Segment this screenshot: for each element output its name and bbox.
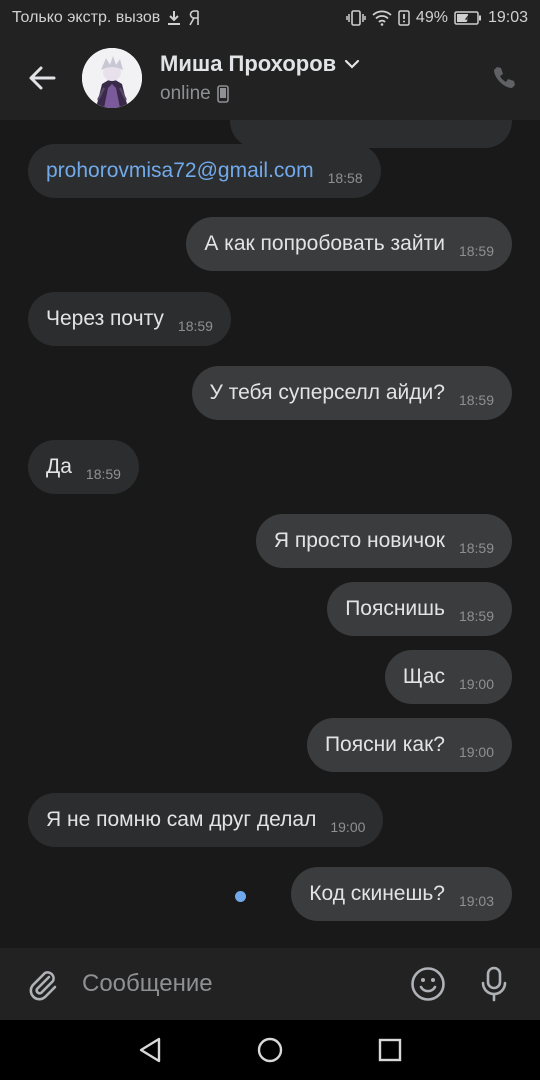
message-text: Код скинешь? <box>309 882 445 905</box>
message-text: У тебя суперселл айди? <box>209 381 445 404</box>
paperclip-icon <box>29 971 57 1001</box>
message-text: Через почту <box>46 307 164 330</box>
message-text: Да <box>46 455 72 478</box>
back-arrow-icon <box>29 66 56 90</box>
message-bubble[interactable]: prohorovmisa72@gmail.com 18:58 <box>28 144 381 198</box>
message-time: 19:03 <box>458 893 494 909</box>
message-time: 19:00 <box>458 676 494 692</box>
status-bar-right: 49% 19:03 <box>346 9 528 27</box>
nav-home-button[interactable] <box>210 1020 330 1080</box>
message-bubble[interactable]: Код скинешь? 19:03 <box>291 867 512 921</box>
mobile-phone-icon <box>216 85 229 103</box>
chevron-down-icon <box>345 59 360 69</box>
carrier-text: Только экстр. вызов <box>12 9 161 26</box>
clock: 19:03 <box>487 9 528 26</box>
emoji-icon <box>411 967 445 1001</box>
nav-back-button[interactable] <box>90 1020 210 1080</box>
message-time: 18:59 <box>85 466 121 482</box>
message-time: 19:00 <box>330 819 366 835</box>
peer-name-row: Миша Прохоров <box>160 51 360 77</box>
peer-status: online <box>160 83 211 104</box>
message-input[interactable] <box>82 961 382 1007</box>
message-list[interactable]: prohorovmisa72@gmail.com 18:58 А как поп… <box>0 120 540 948</box>
attach-button[interactable] <box>22 964 62 1004</box>
message-bubble[interactable]: Щас 19:00 <box>384 650 512 704</box>
message-text: Я просто новичок <box>273 529 445 552</box>
message-composer <box>0 948 540 1020</box>
home-circle-icon <box>257 1037 283 1063</box>
alert-icon <box>398 10 410 26</box>
call-button[interactable] <box>488 62 520 94</box>
vibrate-icon <box>346 10 366 26</box>
battery-percent: 49% <box>415 9 448 26</box>
status-bar: Только экстр. вызов 49% 19:03 <box>0 0 540 36</box>
message-bubble[interactable]: У тебя суперселл айди? 18:59 <box>191 366 512 420</box>
message-text: Поясни как? <box>324 733 445 756</box>
message-time: 18:59 <box>177 318 213 334</box>
download-icon <box>166 10 182 26</box>
back-triangle-icon <box>139 1037 161 1063</box>
peer-info[interactable]: Миша Прохоров online <box>160 51 360 105</box>
unread-indicator <box>235 891 246 902</box>
voice-message-button[interactable] <box>474 964 514 1004</box>
message-bubble[interactable]: Через почту 18:59 <box>28 292 231 346</box>
message-bubble[interactable]: Да 18:59 <box>28 440 139 494</box>
back-button[interactable] <box>22 58 62 98</box>
message-time: 18:58 <box>327 170 363 186</box>
peer-status-row: online <box>160 83 360 105</box>
message-bubble[interactable]: Я просто новичок 18:59 <box>255 514 512 568</box>
yandex-icon <box>188 10 200 26</box>
message-time: 18:59 <box>458 540 494 556</box>
message-text: Я не помню сам друг делал <box>46 808 317 831</box>
status-bar-left: Только экстр. вызов <box>12 9 200 27</box>
microphone-icon <box>481 966 507 1002</box>
emoji-button[interactable] <box>408 964 448 1004</box>
message-time: 18:59 <box>458 243 494 259</box>
message-bubble[interactable]: Поясни как? 19:00 <box>306 718 512 772</box>
wifi-icon <box>372 10 392 26</box>
nav-recents-button[interactable] <box>330 1020 450 1080</box>
message-bubble[interactable]: Пояснишь 18:59 <box>327 582 512 636</box>
chat-header: Миша Прохоров online <box>0 36 540 120</box>
peer-name: Миша Прохоров <box>160 51 337 76</box>
message-time: 18:59 <box>458 608 494 624</box>
message-text: Пояснишь <box>345 597 445 620</box>
avatar[interactable] <box>82 48 142 108</box>
message-bubble[interactable]: Я не помню сам друг делал 19:00 <box>28 793 384 847</box>
message-bubble[interactable]: А как попробовать зайти 18:59 <box>186 217 512 271</box>
message-link[interactable]: prohorovmisa72@gmail.com <box>46 159 314 183</box>
message-text: Щас <box>402 665 445 688</box>
system-nav-bar <box>0 1020 540 1080</box>
message-time: 19:00 <box>458 744 494 760</box>
message-text: А как попробовать зайти <box>204 232 445 255</box>
message-time: 18:59 <box>458 392 494 408</box>
recents-square-icon <box>378 1038 402 1062</box>
battery-icon <box>454 11 482 25</box>
call-icon <box>494 67 515 88</box>
